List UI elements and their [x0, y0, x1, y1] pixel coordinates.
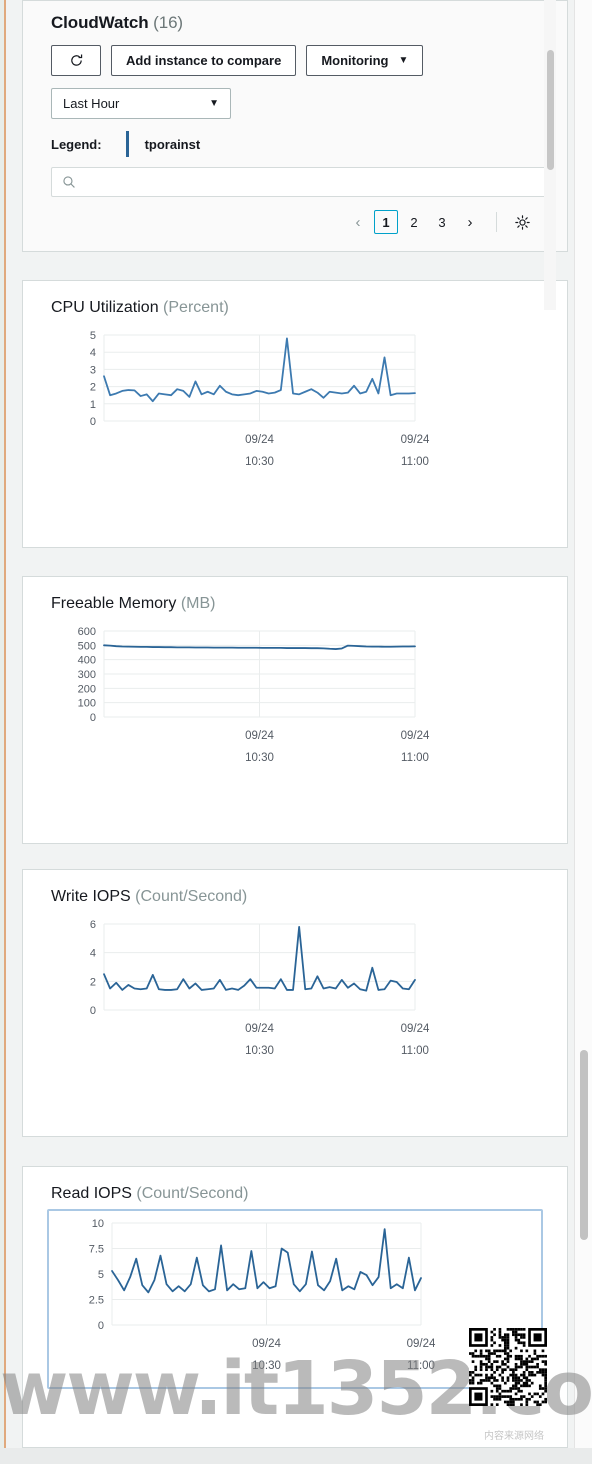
metric-card-read-iops: Read IOPS (Count/Second) 0 2.5 5 7.5 10 09/24…	[22, 1166, 568, 1448]
x-axis-tick-label: 09/24	[245, 1023, 274, 1035]
chart-write-iops[interactable]: 0 2 4 6 09/24 10:30 09/24 11:00	[41, 912, 535, 1072]
x-axis-tick-label: 10:30	[252, 1360, 281, 1372]
x-axis-tick-label: 09/24	[245, 434, 274, 446]
page-scrollbar-thumb[interactable]	[580, 1050, 588, 1240]
y-axis-tick-label: 0	[90, 416, 96, 428]
y-axis-tick-label: 7.5	[89, 1244, 104, 1256]
y-axis-tick-label: 500	[78, 640, 96, 652]
metric-title-text: CPU Utilization	[51, 299, 159, 316]
x-axis-tick-label: 09/24	[245, 730, 274, 742]
x-axis-tick-label: 10:30	[245, 1045, 274, 1057]
add-instance-label: Add instance to compare	[126, 53, 282, 68]
search-input[interactable]	[84, 174, 536, 190]
page-title: CloudWatch (16)	[23, 1, 567, 33]
pagination: ‹ 1 2 3 ›	[23, 197, 567, 234]
chart-freeable-memory[interactable]: 0 100 200 300 400 500 600 09/24 10:30 09/24 11:00	[41, 619, 535, 779]
monitoring-label: Monitoring	[321, 53, 389, 68]
x-axis-tick-label: 09/24	[401, 730, 430, 742]
search-box[interactable]	[51, 167, 547, 197]
y-axis-tick-label: 1	[90, 399, 96, 411]
y-axis-tick-label: 5	[98, 1269, 104, 1281]
monitoring-dropdown-button[interactable]: Monitoring ▼	[306, 45, 424, 76]
x-axis-tick-label: 09/24	[401, 1023, 430, 1035]
pagination-page-3[interactable]: 3	[430, 210, 454, 234]
y-axis-tick-label: 600	[78, 626, 96, 638]
metric-title: Freeable Memory (MB)	[23, 577, 567, 613]
y-axis-tick-label: 2	[90, 976, 96, 988]
x-axis-tick-label: 11:00	[401, 1045, 429, 1057]
time-range-select[interactable]: Last Hour ▼	[51, 88, 231, 119]
metric-title: Write IOPS (Count/Second)	[23, 870, 567, 906]
page-title-count: (16)	[153, 13, 183, 32]
chart-cpu-utilization[interactable]: 0 1 2 3 4 5 09/24 10:30 09/24 11:00	[41, 323, 535, 483]
legend: Legend: tporainst	[23, 119, 567, 157]
pagination-prev-button[interactable]: ‹	[346, 210, 370, 234]
x-axis-tick-label: 10:30	[245, 752, 274, 764]
y-axis-tick-label: 5	[90, 330, 96, 342]
x-axis-tick-label: 10:30	[245, 456, 274, 468]
page-title-text: CloudWatch	[51, 13, 149, 32]
metric-title-text: Write IOPS	[51, 888, 131, 905]
metric-title: CPU Utilization (Percent)	[23, 281, 567, 317]
x-axis-tick-label: 11:00	[407, 1360, 435, 1372]
inner-scrollbar-thumb[interactable]	[547, 50, 554, 170]
refresh-icon	[70, 54, 82, 66]
legend-series-name: tporainst	[144, 136, 201, 152]
cloudwatch-page: CloudWatch (16) Add instance to compare …	[6, 0, 574, 1464]
y-axis-tick-label: 0	[98, 1320, 104, 1332]
search-icon	[63, 176, 75, 188]
x-axis-tick-label: 11:00	[401, 752, 429, 764]
metric-unit: (Percent)	[163, 299, 229, 316]
pagination-divider	[496, 212, 497, 232]
y-axis-tick-label: 2.5	[89, 1295, 104, 1307]
line-chart-svg: 0 1 2 3 4 5 09/24 10:30 09/24 11:00	[90, 330, 430, 468]
y-axis-tick-label: 6	[90, 919, 96, 931]
y-axis-tick-label: 10	[92, 1218, 104, 1230]
x-axis-tick-label: 09/24	[407, 1338, 436, 1350]
y-axis-tick-label: 200	[78, 683, 96, 695]
pagination-page-2[interactable]: 2	[402, 210, 426, 234]
metric-unit: (MB)	[180, 595, 216, 612]
line-chart-svg: 0 100 200 300 400 500 600 09/24 10:30 09/24 11:00	[78, 626, 430, 764]
x-axis-tick-label: 11:00	[401, 456, 429, 468]
metric-card-write-iops: Write IOPS (Count/Second) 0 2 4 6 09/24 10:30…	[22, 869, 568, 1137]
bottom-strip	[0, 1448, 592, 1464]
x-axis-tick-label: 09/24	[252, 1338, 281, 1350]
y-axis-tick-label: 400	[78, 655, 96, 667]
time-range-value: Last Hour	[63, 96, 120, 111]
metric-title-text: Freeable Memory	[51, 595, 177, 612]
settings-button[interactable]	[511, 211, 533, 233]
y-axis-tick-label: 4	[90, 347, 96, 359]
chart-read-iops[interactable]: 0 2.5 5 7.5 10 09/24 10:30 09/24 11:00	[47, 1209, 543, 1389]
line-chart-svg: 0 2.5 5 7.5 10 09/24 10:30 09/24 11:00	[89, 1218, 436, 1372]
y-axis-tick-label: 0	[90, 712, 96, 724]
metric-card-cpu-utilization: CPU Utilization (Percent) 0 1 2 3 4 5 09/24 10:…	[22, 280, 568, 548]
page-scrollbar-track[interactable]	[574, 0, 592, 1464]
y-axis-tick-label: 300	[78, 669, 96, 681]
toolbar: Add instance to compare Monitoring ▼	[23, 33, 567, 76]
chevron-down-icon: ▼	[209, 98, 219, 109]
pagination-page-1[interactable]: 1	[374, 210, 398, 234]
legend-color-swatch	[125, 131, 129, 157]
chevron-down-icon: ▼	[398, 54, 409, 66]
metric-title: Read IOPS (Count/Second)	[23, 1167, 567, 1203]
cloudwatch-panel: CloudWatch (16) Add instance to compare …	[22, 0, 568, 252]
y-axis-tick-label: 4	[90, 948, 96, 960]
y-axis-tick-label: 100	[78, 698, 96, 710]
metric-unit: (Count/Second)	[135, 888, 248, 905]
pagination-next-button[interactable]: ›	[458, 210, 482, 234]
legend-label: Legend:	[51, 136, 102, 152]
add-instance-button[interactable]: Add instance to compare	[111, 45, 297, 76]
refresh-button[interactable]	[51, 45, 101, 76]
gear-icon	[514, 214, 530, 230]
metric-unit: (Count/Second)	[136, 1185, 249, 1202]
y-axis-tick-label: 3	[90, 364, 96, 376]
metric-card-freeable-memory: Freeable Memory (MB) 0 100 200 300 400 500 600…	[22, 576, 568, 844]
x-axis-tick-label: 09/24	[401, 434, 430, 446]
line-chart-svg: 0 2 4 6 09/24 10:30 09/24 11:00	[90, 919, 430, 1057]
y-axis-tick-label: 0	[90, 1005, 96, 1017]
y-axis-tick-label: 2	[90, 382, 96, 394]
metric-title-text: Read IOPS	[51, 1185, 132, 1202]
